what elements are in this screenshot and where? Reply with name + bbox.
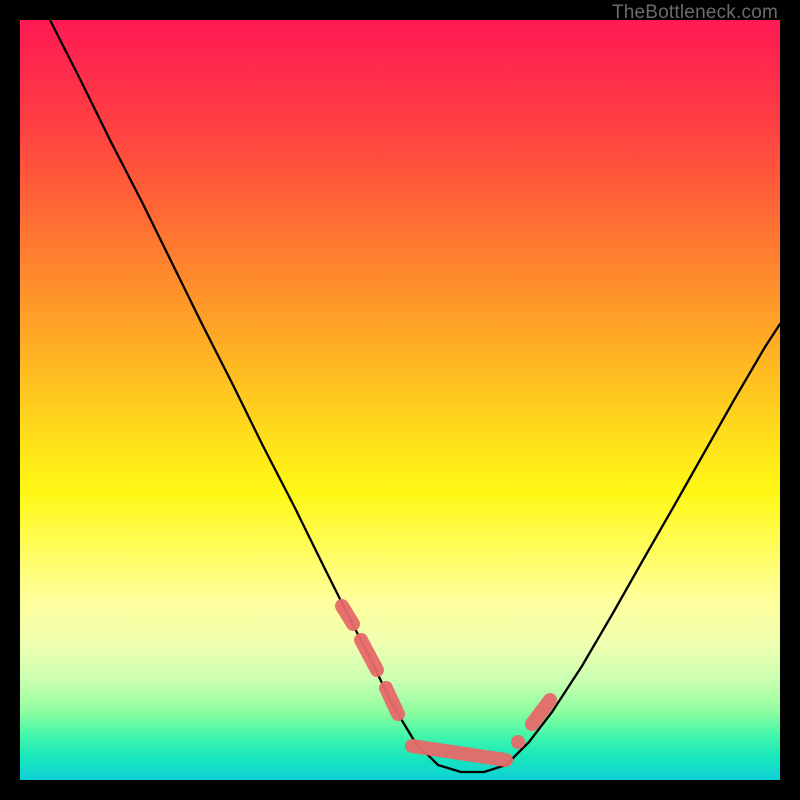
watermark-text: TheBottleneck.com xyxy=(612,2,778,24)
bad-zone-markers xyxy=(342,606,550,760)
curve-svg xyxy=(20,20,780,780)
chart-frame: TheBottleneck.com xyxy=(0,0,800,800)
plot-area xyxy=(20,20,780,780)
bottleneck-curve xyxy=(50,20,780,772)
